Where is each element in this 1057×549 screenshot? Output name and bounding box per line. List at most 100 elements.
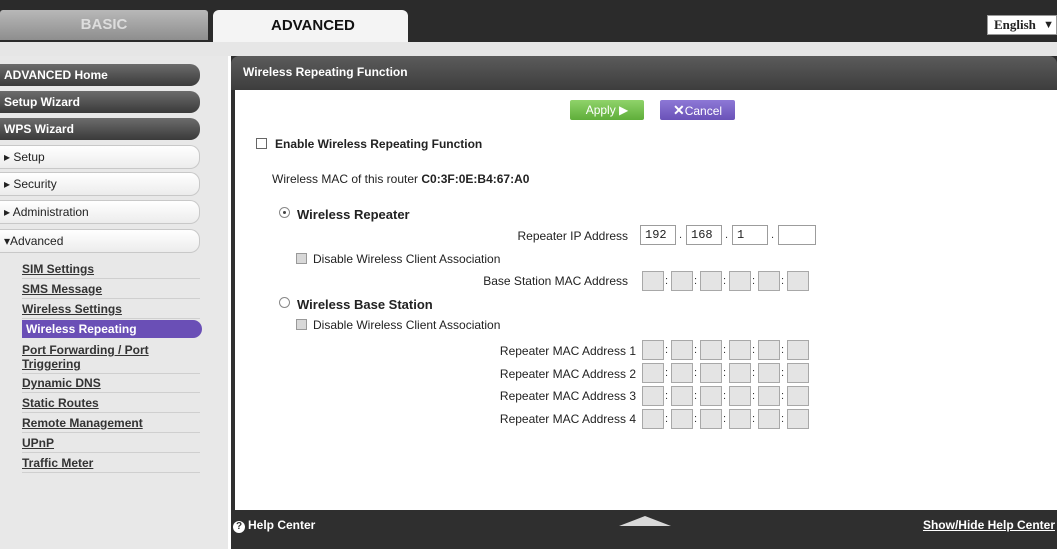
sidebar-sub-static-routes[interactable]: Static Routes: [22, 396, 200, 413]
sidebar-sub-traffic-meter[interactable]: Traffic Meter: [22, 456, 200, 473]
repeater-mac-3-octet-3[interactable]: [700, 386, 722, 406]
repeater-mac-2-octet-4[interactable]: [729, 363, 751, 383]
mac-separator: :: [723, 367, 727, 379]
base-station-mac-octet-3[interactable]: [700, 271, 722, 291]
repeater-mac-4-octet-6[interactable]: [787, 409, 809, 429]
base-station-mac-label: Base Station MAC Address: [483, 274, 628, 288]
repeater-ip-octet-3[interactable]: 1: [732, 225, 768, 245]
mac-separator: :: [781, 367, 785, 379]
sidebar-item-advanced[interactable]: ▾Advanced: [0, 229, 200, 253]
router-mac-value: C0:3F:0E:B4:67:A0: [421, 172, 530, 186]
repeater-mac-4-octet-2[interactable]: [671, 409, 693, 429]
tab-advanced[interactable]: ADVANCED: [213, 10, 408, 42]
base-station-mac-octet-5[interactable]: [758, 271, 780, 291]
sidebar-item-setup-wizard[interactable]: Setup Wizard: [0, 91, 200, 113]
help-center[interactable]: ? Help Center: [233, 518, 315, 533]
enable-repeating-checkbox[interactable]: [256, 138, 267, 149]
sidebar-sub-dynamic-dns[interactable]: Dynamic DNS: [22, 376, 200, 393]
wireless-repeater-radio[interactable]: [279, 207, 290, 218]
mac-separator: :: [665, 275, 669, 287]
repeater-mac-2-octet-1[interactable]: [642, 363, 664, 383]
page-title: Wireless Repeating Function: [231, 56, 1057, 90]
sidebar-item-setup[interactable]: ▸ Setup: [0, 145, 200, 169]
sidebar-sub-upnp[interactable]: UPnP: [22, 436, 200, 453]
sidebar-item-wps-wizard[interactable]: WPS Wizard: [0, 118, 200, 140]
chevron-down-icon: ▼: [1043, 19, 1054, 31]
apply-button[interactable]: Apply ▶: [570, 100, 644, 120]
help-center-label: Help Center: [248, 518, 316, 532]
base-disable-assoc-label: Disable Wireless Client Association: [313, 318, 501, 332]
repeater-mac-4-octet-5[interactable]: [758, 409, 780, 429]
repeater-mac-2-octet-5[interactable]: [758, 363, 780, 383]
repeater-disable-assoc-label: Disable Wireless Client Association: [313, 252, 501, 266]
repeater-mac-1-octet-6[interactable]: [787, 340, 809, 360]
ip-separator: .: [679, 229, 683, 241]
base-station-mac-octet-4[interactable]: [729, 271, 751, 291]
mac-separator: :: [752, 390, 756, 402]
mac-separator: :: [665, 367, 669, 379]
repeater-ip-octet-4[interactable]: [778, 225, 816, 245]
language-select[interactable]: English ▼: [987, 15, 1057, 35]
mac-separator: :: [723, 344, 727, 356]
repeater-mac-3-octet-4[interactable]: [729, 386, 751, 406]
sidebar-sub-wireless-repeating[interactable]: Wireless Repeating: [22, 320, 202, 338]
cancel-button[interactable]: ✕Cancel: [660, 100, 735, 120]
base-station-mac-octet-2[interactable]: [671, 271, 693, 291]
language-value: English: [994, 17, 1036, 32]
sidebar-item-advanced-home[interactable]: ADVANCED Home: [0, 64, 200, 86]
ip-separator: .: [771, 229, 775, 241]
mac-separator: :: [694, 390, 698, 402]
cancel-label: Cancel: [684, 104, 723, 118]
sidebar-sub-port-triggering[interactable]: Triggering: [22, 357, 200, 374]
repeater-mac-4-octet-3[interactable]: [700, 409, 722, 429]
repeater-mac-3-octet-2[interactable]: [671, 386, 693, 406]
sidebar-sub-sim-settings[interactable]: SIM Settings: [22, 262, 200, 279]
show-hide-help-link[interactable]: Show/Hide Help Center: [923, 518, 1055, 532]
repeater-mac-3-octet-6[interactable]: [787, 386, 809, 406]
repeater-mac-4-octet-4[interactable]: [729, 409, 751, 429]
mac-separator: :: [723, 413, 727, 425]
mac-separator: :: [665, 413, 669, 425]
wireless-base-station-radio[interactable]: [279, 297, 290, 308]
expand-arrow-icon[interactable]: [619, 516, 671, 526]
repeater-mac-3-octet-1[interactable]: [642, 386, 664, 406]
mac-separator: :: [723, 275, 727, 287]
mac-separator: :: [781, 413, 785, 425]
repeater-mac-4-octet-1[interactable]: [642, 409, 664, 429]
sidebar-item-security[interactable]: ▸ Security: [0, 172, 200, 196]
repeater-mac-2-octet-3[interactable]: [700, 363, 722, 383]
base-disable-assoc-checkbox[interactable]: [296, 319, 307, 330]
repeater-mac-2-octet-6[interactable]: [787, 363, 809, 383]
sidebar-item-administration[interactable]: ▸ Administration: [0, 200, 200, 224]
sidebar-sub-wireless-settings[interactable]: Wireless Settings: [22, 302, 200, 319]
repeater-mac-1-octet-4[interactable]: [729, 340, 751, 360]
sidebar-sub-remote-management[interactable]: Remote Management: [22, 416, 200, 433]
mac-separator: :: [694, 275, 698, 287]
mac-separator: :: [694, 413, 698, 425]
mac-separator: :: [752, 275, 756, 287]
wireless-base-station-label: Wireless Base Station: [297, 297, 433, 312]
sidebar-sub-sms-message[interactable]: SMS Message: [22, 282, 200, 299]
repeater-mac-1-octet-2[interactable]: [671, 340, 693, 360]
base-station-mac-octet-6[interactable]: [787, 271, 809, 291]
mac-text: Wireless MAC of this router C0:3F:0E:B4:…: [272, 172, 529, 186]
mac-separator: :: [752, 344, 756, 356]
base-station-mac-octet-1[interactable]: [642, 271, 664, 291]
repeater-disable-assoc-checkbox[interactable]: [296, 253, 307, 264]
mac-label: Wireless MAC of this router: [272, 172, 419, 186]
close-icon: ✕: [672, 102, 685, 118]
repeater-mac-2-octet-2[interactable]: [671, 363, 693, 383]
mac-separator: :: [694, 367, 698, 379]
repeater-mac-1-octet-3[interactable]: [700, 340, 722, 360]
repeater-mac-1-octet-5[interactable]: [758, 340, 780, 360]
repeater-mac-1-octet-1[interactable]: [642, 340, 664, 360]
mac-separator: :: [723, 390, 727, 402]
repeater-mac-3-octet-5[interactable]: [758, 386, 780, 406]
repeater-ip-octet-2[interactable]: 168: [686, 225, 722, 245]
tab-basic[interactable]: BASIC: [0, 10, 208, 40]
repeater-ip-octet-1[interactable]: 192: [640, 225, 676, 245]
top-tab-bar: BASIC ADVANCED English ▼: [0, 0, 1057, 42]
repeater-mac-label-2: Repeater MAC Address 2: [499, 367, 636, 381]
sidebar: ADVANCED Home Setup Wizard WPS Wizard ▸ …: [0, 56, 228, 549]
mac-separator: :: [694, 344, 698, 356]
